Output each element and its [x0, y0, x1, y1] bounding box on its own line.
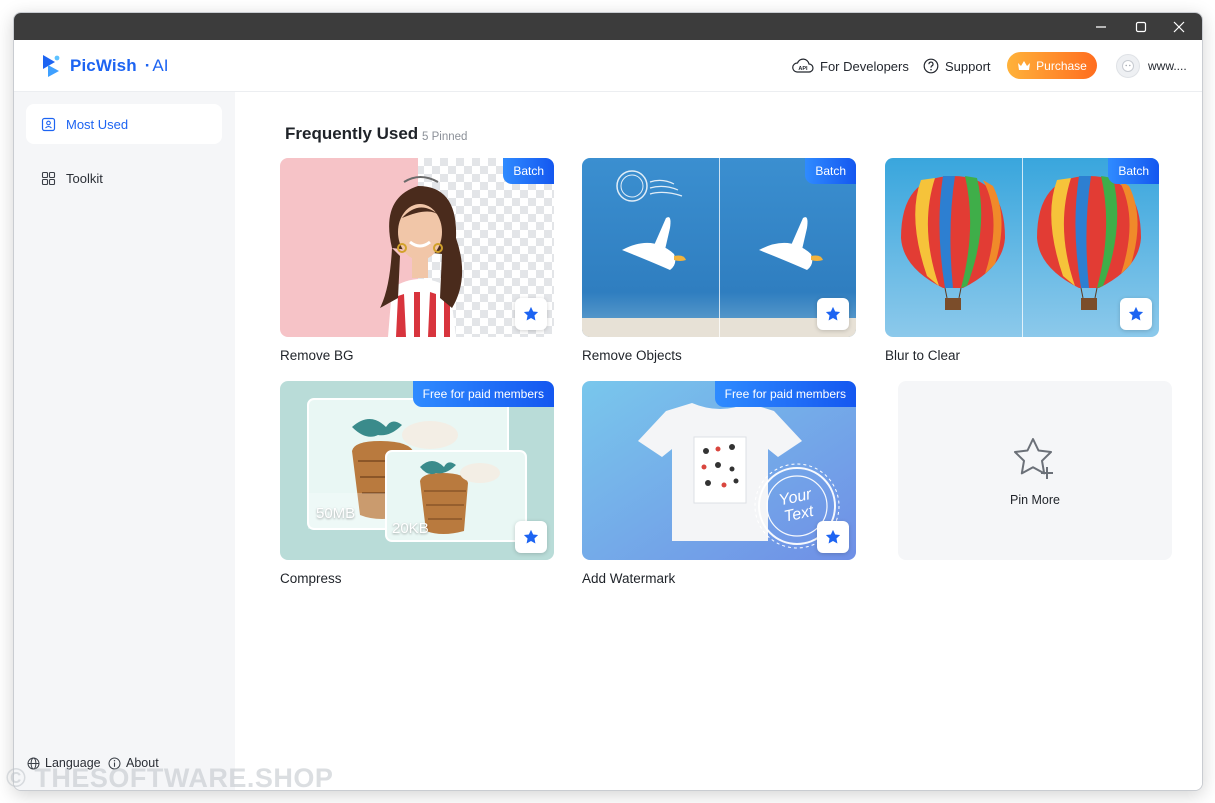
star-filled-icon	[1128, 306, 1144, 321]
avatar	[1116, 53, 1140, 78]
pin-star-button[interactable]	[817, 521, 849, 553]
section-title: Frequently Used	[285, 124, 419, 143]
close-button[interactable]	[1160, 13, 1198, 40]
compressed-size-label: 20KB	[392, 520, 429, 537]
remove-bg-thumbnail	[280, 158, 554, 337]
minimize-button[interactable]	[1082, 13, 1120, 40]
tool-card-blur-to-clear[interactable]: Batch	[885, 158, 1159, 337]
paid-members-badge: Free for paid members	[714, 381, 856, 407]
tool-label-compress[interactable]: Compress	[280, 571, 342, 586]
app-name: PicWish	[70, 56, 137, 75]
pin-more-label: Pin More	[1009, 492, 1061, 507]
app-header: PicWish · AI API For Developers Support …	[14, 40, 1202, 92]
batch-badge: Batch	[503, 158, 554, 184]
tool-card-add-watermark[interactable]: Your Text Free for paid members	[582, 381, 856, 560]
compare-divider	[1022, 158, 1023, 337]
sidebar-item-label: Toolkit	[66, 170, 103, 186]
sidebar-item-toolkit[interactable]: Toolkit	[26, 158, 222, 198]
sidebar: Most Used Toolkit Language About	[14, 92, 235, 790]
support-link[interactable]: Support	[923, 55, 991, 77]
help-circle-icon	[923, 58, 939, 74]
grid-icon	[41, 171, 56, 185]
maximize-icon	[1135, 21, 1147, 32]
add-watermark-thumbnail	[582, 381, 856, 560]
tool-card-remove-bg[interactable]: Batch	[280, 158, 554, 337]
pin-more-card[interactable]: Pin More	[898, 381, 1172, 560]
for-developers-label: For Developers	[820, 58, 909, 74]
star-filled-icon	[825, 306, 841, 321]
star-filled-icon	[825, 529, 841, 544]
batch-badge: Batch	[1108, 158, 1159, 184]
user-account[interactable]: www....	[1116, 52, 1187, 79]
tool-card-compress[interactable]: 50MB 20KB Free for paid members	[280, 381, 554, 560]
app-suffix: AI	[152, 56, 169, 75]
tool-label-remove-objects[interactable]: Remove Objects	[582, 348, 682, 363]
star-filled-icon	[523, 306, 539, 321]
user-avatar-icon	[1122, 59, 1134, 72]
close-icon	[1173, 21, 1185, 32]
title-bar	[14, 13, 1202, 40]
support-label: Support	[945, 58, 991, 74]
api-cloud-icon: API	[792, 58, 814, 73]
user-name: www....	[1148, 58, 1187, 73]
tool-label-blur-to-clear[interactable]: Blur to Clear	[885, 348, 960, 363]
tool-label-add-watermark[interactable]: Add Watermark	[582, 571, 675, 586]
minimize-icon	[1096, 25, 1106, 28]
batch-badge: Batch	[805, 158, 856, 184]
pin-star-button[interactable]	[817, 298, 849, 330]
app-window: PicWish · AI API For Developers Support …	[13, 12, 1203, 791]
for-developers-link[interactable]: API For Developers	[792, 55, 909, 77]
star-add-icon	[1014, 437, 1053, 479]
app-logo[interactable]: PicWish · AI	[40, 52, 168, 80]
pinned-count: 5 Pinned	[422, 131, 468, 143]
watermark-text: © THESOFTWARE.SHOP	[6, 763, 334, 793]
purchase-button[interactable]: Purchase	[1007, 52, 1097, 79]
sidebar-item-label: Most Used	[66, 116, 129, 132]
pin-star-button[interactable]	[1120, 298, 1152, 330]
logo-separator: ·	[144, 56, 151, 75]
picwish-logo-icon	[43, 55, 60, 77]
bookmark-user-icon	[41, 117, 56, 131]
pin-star-button[interactable]	[515, 298, 547, 330]
compare-divider	[719, 158, 720, 337]
pin-star-button[interactable]	[515, 521, 547, 553]
main-content: Frequently Used 5 Pinned Batch Remove BG…	[235, 92, 1202, 790]
star-filled-icon	[523, 529, 539, 544]
purchase-label: Purchase	[1036, 58, 1087, 73]
maximize-button[interactable]	[1122, 13, 1160, 40]
paid-members-badge: Free for paid members	[412, 381, 554, 407]
sidebar-item-most-used[interactable]: Most Used	[26, 104, 222, 144]
tool-card-remove-objects[interactable]: Batch	[582, 158, 856, 337]
original-size-label: 50MB	[316, 505, 356, 522]
crown-icon	[1018, 60, 1031, 70]
svg-text:API: API	[798, 66, 808, 72]
tool-label-remove-bg[interactable]: Remove BG	[280, 348, 354, 363]
